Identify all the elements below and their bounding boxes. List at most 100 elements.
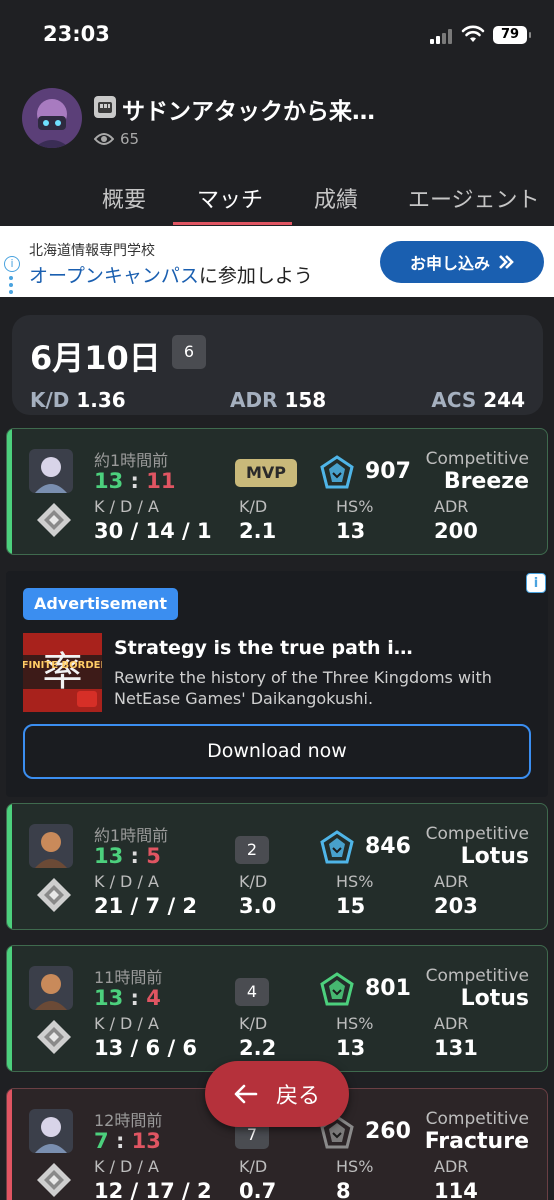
score-separator: : [115,1129,125,1153]
view-count: 65 [94,130,139,148]
avatar[interactable] [22,88,82,148]
match-score: 13 : 11 [94,469,176,493]
match-time: 11時間前 [94,968,163,987]
tab-bar: 概要 マッチ 成績 エージェント [0,170,554,226]
rank-icon [37,1020,71,1054]
kda-label: K / D / A [94,497,159,516]
view-count-value: 65 [120,130,140,148]
game-mode: Competitive [425,966,529,986]
rank-rating: 260 [365,1119,411,1144]
rank-rating-icon [320,455,354,489]
adr-value: 131 [434,1036,478,1060]
adr-label: ADR [434,497,469,516]
kda-value: 12 / 17 / 2 [94,1179,212,1200]
kd-value: 2.1 [239,519,277,543]
agent-portrait [29,966,73,1010]
ad-thumb-text: INFINITE BORDERS [23,660,102,671]
match-card[interactable]: 約1時間前 13 : 11 MVP 907 Competitive Breeze K / D… [6,428,548,555]
rank-rating: 846 [365,834,411,859]
match-time: 約1時間前 [94,451,169,470]
match-time: 12時間前 [94,1111,163,1130]
kd-label: K/D [239,1014,268,1033]
adr-value: 114 [434,1179,478,1200]
placement-badge: 2 [235,836,269,864]
score-enemy: 13 [131,1129,161,1153]
banner-ad-title: オープンキャンパスに参加しよう [29,261,313,288]
summary-kd-value: 1.36 [76,388,126,412]
match-time: 約1時間前 [94,826,169,845]
profile-name: サドンアタックから来… [122,99,375,125]
tab-matches[interactable]: マッチ [197,182,263,214]
summary-adr: ADR 158 [230,388,326,412]
result-stripe [7,804,12,929]
ad-info-icon[interactable]: i [526,573,546,593]
rank-rating-icon [320,972,354,1006]
score-enemy: 11 [146,469,176,493]
ad-download-button[interactable]: Download now [23,724,531,779]
score-enemy: 4 [146,986,161,1010]
battery-icon: 79 [493,26,531,44]
score-enemy: 5 [146,844,161,868]
adr-label: ADR [434,872,469,891]
game-mode: Competitive [425,824,529,844]
match-card[interactable]: 11時間前 13 : 4 4 801 Competitive Lotus K / D / A… [6,945,548,1072]
game-mode: Competitive [425,449,529,469]
score-team: 13 [94,469,124,493]
game-mode: Competitive [425,1109,529,1129]
summary-acs: ACS 244 [431,388,525,412]
ad-title: Strategy is the true path i… [114,637,413,659]
summary-kd: K/D 1.36 [30,388,126,412]
ad-description: Rewrite the history of the Three Kingdom… [114,668,492,708]
result-stripe [7,429,12,554]
tab-stats[interactable]: 成績 [314,182,358,214]
back-button[interactable]: 戻る [205,1061,349,1127]
arrow-left-icon [234,1084,258,1104]
kda-label: K / D / A [94,1014,159,1033]
adr-label: ADR [434,1014,469,1033]
banner-ad-apply-label: お申し込み [409,254,490,273]
summary-adr-label: ADR [230,388,278,412]
ad-label: Advertisement [23,588,179,620]
adr-label: ADR [434,1157,469,1176]
match-card[interactable]: 約1時間前 13 : 5 2 846 Competitive Lotus K / D / A… [6,803,548,930]
map-name: Fracture [424,1129,529,1154]
wifi-icon [461,25,485,42]
kda-value: 21 / 7 / 2 [94,894,198,918]
rank-rating-icon [320,830,354,864]
kda-value: 13 / 6 / 6 [94,1036,198,1060]
tab-overview[interactable]: 概要 [102,182,146,214]
chevrons-right-icon [499,255,514,269]
kda-label: K / D / A [94,872,159,891]
hs-label: HS% [336,1014,374,1033]
day-summary-card: 6月10日 6 K/D 1.36 ADR 158 ACS 244 [12,315,543,415]
hs-value: 13 [336,1036,366,1060]
rank-rating: 907 [365,459,411,484]
platform-icon [94,96,116,118]
match-score: 7 : 13 [94,1129,161,1153]
adr-value: 200 [434,519,478,543]
banner-ad-apply-button[interactable]: お申し込み [380,241,544,283]
kd-label: K/D [239,497,268,516]
hs-value: 8 [336,1179,351,1200]
score-team: 13 [94,844,124,868]
kda-value: 30 / 14 / 1 [94,519,212,543]
ad-thumbnail[interactable]: 率 INFINITE BORDERS [23,633,102,712]
score-team: 7 [94,1129,109,1153]
banner-ad[interactable]: i 北海道情報専門学校 オープンキャンパスに参加しよう お申し込み [0,226,554,297]
hs-label: HS% [336,1157,374,1176]
tab-agents[interactable]: エージェント [408,182,540,214]
rank-icon [37,1163,71,1197]
banner-ad-title-rest: に参加しよう [198,265,313,287]
kd-label: K/D [239,872,268,891]
ad-thumb-glyph: 率 [43,649,83,695]
agent-portrait [29,824,73,868]
kda-label: K / D / A [94,1157,159,1176]
ad-info-icon[interactable]: i [4,256,20,272]
map-name: Lotus [460,844,529,869]
hs-value: 13 [336,519,366,543]
status-bar: 23:03 79 [0,0,554,70]
rank-rating: 801 [365,976,411,1001]
hs-value: 15 [336,894,366,918]
native-ad-card[interactable]: i Advertisement 率 INFINITE BORDERS Strat… [6,571,548,797]
match-score: 13 : 4 [94,986,161,1010]
